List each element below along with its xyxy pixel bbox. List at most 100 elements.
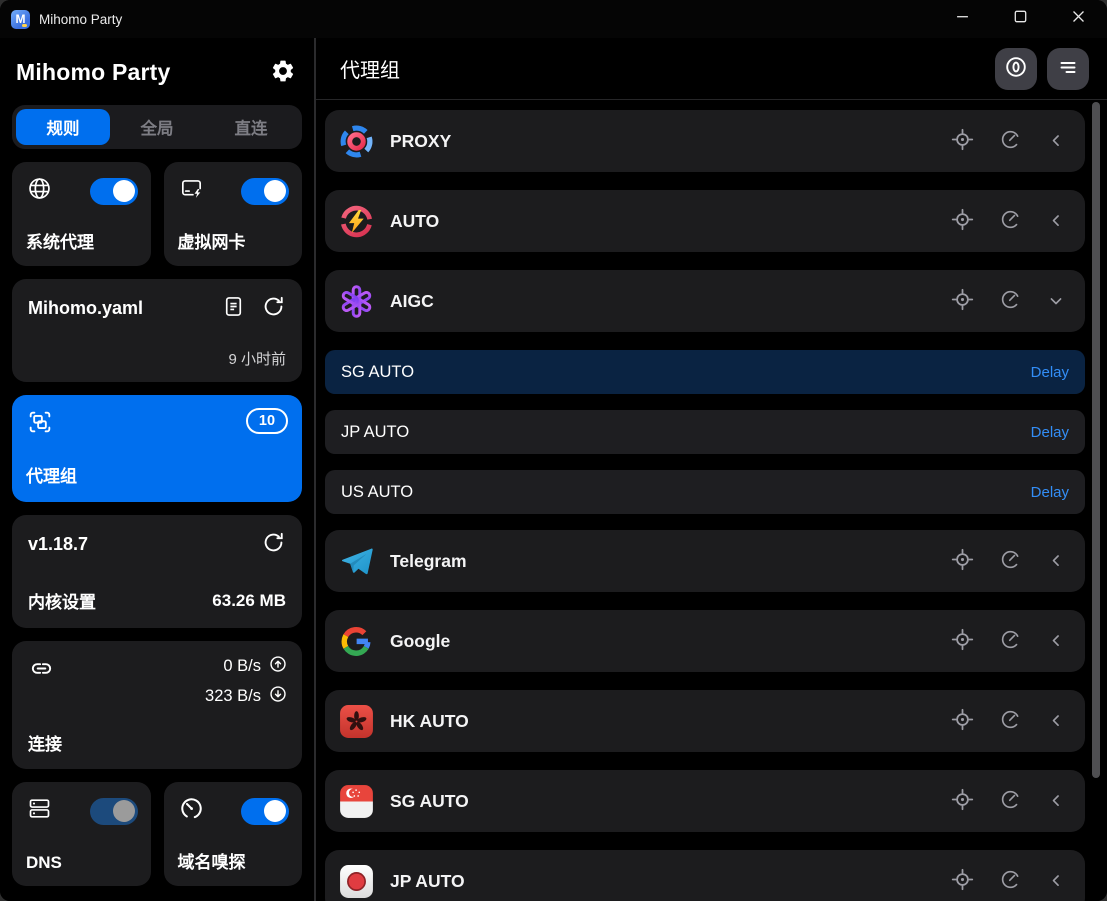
group-row-hk-auto[interactable]: HK AUTO [325,690,1085,752]
chevron-left-icon[interactable] [1046,711,1066,731]
group-row-auto[interactable]: AUTO [325,190,1085,252]
locate-proxy-button[interactable] [950,127,975,155]
locate-proxy-button[interactable] [950,867,975,895]
sniffing-toggle[interactable] [241,798,289,825]
group-row-proxy[interactable]: PROXY [325,110,1085,172]
chevron-left-icon[interactable] [1046,791,1066,811]
delay-test-button[interactable] [999,288,1022,314]
telegram-logo-icon [338,543,375,580]
chevron-left-icon[interactable] [1046,631,1066,651]
proxy-groups-icon [26,408,54,441]
link-icon [28,655,55,687]
group-row-jp-auto[interactable]: JP AUTO [325,850,1085,901]
close-icon [1072,10,1085,28]
locate-icon [950,707,975,735]
group-row-telegram[interactable]: Telegram [325,530,1085,592]
locate-proxy-button[interactable] [950,707,975,735]
virtual-nic-card[interactable]: 虚拟网卡 [164,162,303,266]
sniffing-label: 域名嗅探 [178,848,290,873]
gauge-icon [999,548,1022,574]
chevron-left-icon[interactable] [1046,551,1066,571]
page-title: 代理组 [340,54,400,83]
delay-value[interactable]: Delay [1031,484,1069,501]
openai-knot-logo-icon [338,283,375,320]
chevron-left-icon[interactable] [1046,131,1066,151]
proxy-group-count-badge: 10 [246,408,288,434]
delay-test-button[interactable] [999,628,1022,654]
proxy-option-jp-auto[interactable]: JP AUTO Delay [325,410,1085,454]
delay-value[interactable]: Delay [1031,424,1069,441]
locate-icon [950,127,975,155]
restart-core-button[interactable] [261,530,286,558]
chevron-down-icon[interactable] [1046,291,1066,311]
app-window: M Mihomo Party Mihomo Party 规则 [0,0,1107,901]
group-row-sg-auto[interactable]: SG AUTO [325,770,1085,832]
delay-test-button[interactable] [999,548,1022,574]
group-name: Google [390,631,950,652]
proxy-name: US AUTO [341,483,413,502]
refresh-icon [261,294,286,322]
auto-bolt-logo-icon [338,203,375,240]
upload-speed: 0 B/s [223,657,261,676]
connections-card[interactable]: 0 B/s 323 B/s 连接 [12,641,302,769]
upload-arrow-icon [269,655,287,678]
delay-display-button[interactable] [995,48,1037,90]
chevron-left-icon[interactable] [1046,871,1066,891]
locate-proxy-button[interactable] [950,287,975,315]
proxy-groups-label: 代理组 [26,462,288,487]
delay-value[interactable]: Delay [1031,364,1069,381]
minimize-button[interactable] [933,0,991,38]
delay-test-button[interactable] [999,128,1022,154]
tab-rule[interactable]: 规则 [16,109,110,145]
virtual-nic-toggle[interactable] [241,178,289,205]
locate-proxy-button[interactable] [950,207,975,235]
tab-global[interactable]: 全局 [110,109,204,145]
locate-icon [950,207,975,235]
group-row-aigc[interactable]: AIGC [325,270,1085,332]
sort-button[interactable] [1047,48,1089,90]
proxy-option-us-auto[interactable]: US AUTO Delay [325,470,1085,514]
delay-test-button[interactable] [999,708,1022,734]
outbound-mode-tabs: 规则 全局 直连 [12,105,302,149]
delay-test-button[interactable] [999,208,1022,234]
edit-profile-button[interactable] [221,294,246,322]
gauge-icon [999,128,1022,154]
refresh-icon [261,530,286,558]
tab-direct[interactable]: 直连 [204,109,298,145]
window-title: Mihomo Party [39,12,122,27]
system-proxy-label: 系统代理 [26,228,138,253]
profile-card[interactable]: Mihomo.yaml 9 小时前 [12,279,302,382]
core-version: v1.18.7 [28,534,88,555]
sniffing-card[interactable]: 域名嗅探 [164,782,303,886]
sidebar-item-proxy-groups[interactable]: 10 代理组 [12,395,302,502]
scrollbar[interactable] [1092,102,1100,778]
proxy-name: JP AUTO [341,423,409,442]
close-button[interactable] [1049,0,1107,38]
locate-icon [950,627,975,655]
locate-icon [950,787,975,815]
maximize-button[interactable] [991,0,1049,38]
locate-proxy-button[interactable] [950,627,975,655]
delay-test-button[interactable] [999,788,1022,814]
locate-proxy-button[interactable] [950,547,975,575]
system-proxy-card[interactable]: 系统代理 [12,162,151,266]
dns-server-icon [26,795,53,827]
profile-name: Mihomo.yaml [28,298,221,319]
group-name: AIGC [390,291,950,312]
group-row-google[interactable]: Google [325,610,1085,672]
system-proxy-toggle[interactable] [90,178,138,205]
group-name: SG AUTO [390,791,950,812]
delay-test-button[interactable] [999,868,1022,894]
settings-button[interactable] [270,58,296,87]
dns-toggle[interactable] [90,798,138,825]
locate-proxy-button[interactable] [950,787,975,815]
chevron-left-icon[interactable] [1046,211,1066,231]
virtual-nic-label: 虚拟网卡 [178,228,290,253]
proxy-option-sg-auto[interactable]: SG AUTO Delay [325,350,1085,394]
group-name: HK AUTO [390,711,950,732]
core-settings-card[interactable]: v1.18.7 内核设置 63.26 MB [12,515,302,628]
update-profile-button[interactable] [261,294,286,322]
group-name: Telegram [390,551,950,572]
download-speed: 323 B/s [205,687,261,706]
dns-card[interactable]: DNS [12,782,151,886]
